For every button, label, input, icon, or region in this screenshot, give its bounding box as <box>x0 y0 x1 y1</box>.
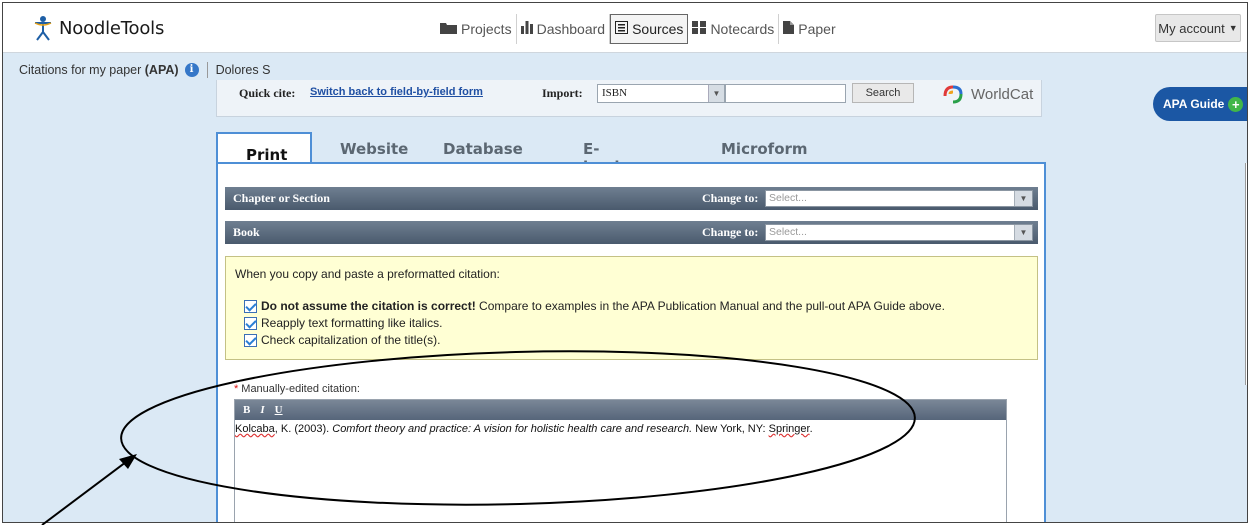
tab-microform[interactable]: Microform <box>721 132 808 164</box>
import-label: Import: <box>542 86 583 100</box>
info-icon[interactable]: i <box>184 63 199 77</box>
top-navigation: NoodleTools Projects Dashboard Sources N… <box>3 3 1247 53</box>
side-panel-edge <box>1245 163 1247 385</box>
change-to-label: Change to: <box>702 191 759 205</box>
notice-item-rest: Reapply text formatting like italics. <box>261 316 443 330</box>
manual-citation-label: * Manually-edited citation: <box>234 383 360 395</box>
chevron-down-icon: ▼ <box>1014 191 1032 206</box>
book-change-select[interactable]: Select... ▼ <box>765 224 1033 241</box>
checkbox-checked-icon <box>244 316 257 330</box>
grid-icon <box>692 21 707 37</box>
main-nav: Projects Dashboard Sources Notecards Pap… <box>436 14 840 44</box>
chevron-down-icon: ▼ <box>1014 225 1032 240</box>
apa-guide-label: APA Guide <box>1163 97 1225 111</box>
worldcat-logo[interactable]: WorldCat <box>942 84 1033 104</box>
search-button[interactable]: Search <box>852 83 914 103</box>
nav-notecards-label: Notecards <box>710 21 775 37</box>
underline-button[interactable]: U <box>275 404 283 416</box>
nav-paper[interactable]: Paper <box>779 14 839 44</box>
chapter-select-placeholder: Select... <box>769 192 807 204</box>
divider <box>206 62 208 78</box>
notice-item: Reapply text formatting like italics. <box>244 316 442 330</box>
apa-guide-button[interactable]: APA Guide + <box>1153 87 1247 121</box>
my-account-button[interactable]: My account ▼ <box>1155 14 1241 42</box>
project-title-text: Citations for my paper <box>19 63 142 77</box>
nav-projects[interactable]: Projects <box>436 14 517 44</box>
tab-website-label: Website <box>340 140 409 158</box>
book-select-placeholder: Select... <box>769 226 807 238</box>
citation-style: (APA) <box>144 63 179 77</box>
italic-button[interactable]: I <box>260 404 264 416</box>
tab-print[interactable]: Print <box>216 132 312 166</box>
editor-toolbar: B I U <box>235 400 1006 420</box>
nav-projects-label: Projects <box>461 21 512 37</box>
noodletools-logo-icon <box>34 16 52 41</box>
section-chapter: Chapter or Section Change to: Select... … <box>225 187 1038 210</box>
user-name: Dolores S <box>215 63 271 77</box>
citation-after-author: , K. (2003). <box>274 423 333 435</box>
tab-website[interactable]: Website <box>340 132 408 164</box>
notice-item-rest: Check capitalization of the title(s). <box>261 333 441 347</box>
switch-form-link[interactable]: Switch back to field-by-field form <box>310 86 483 98</box>
citation-publisher-prefix: New York, NY: <box>692 423 769 435</box>
nav-paper-label: Paper <box>798 21 836 37</box>
citation-author: Kolcaba <box>235 423 275 435</box>
import-type-value: ISBN <box>602 87 628 99</box>
caret-down-icon: ▼ <box>1228 23 1238 33</box>
tab-database[interactable]: Database <box>443 132 523 164</box>
tab-ebook-file[interactable]: E-book File <box>583 132 624 194</box>
tab-database-label: Database <box>443 140 523 158</box>
citation-publisher: Springer <box>768 423 810 435</box>
checkbox-checked-icon <box>244 333 257 347</box>
logo[interactable]: NoodleTools <box>33 13 164 43</box>
import-search-input[interactable] <box>725 84 846 103</box>
change-to-label: Change to: <box>702 225 759 239</box>
notice-heading: When you copy and paste a preformatted c… <box>235 267 500 281</box>
section-book-label: Book <box>233 225 260 239</box>
import-type-select[interactable]: ISBN ▼ <box>597 84 725 103</box>
citation-form: Chapter or Section Change to: Select... … <box>216 162 1046 522</box>
notice-item-rest: Compare to examples in the APA Publicati… <box>475 299 945 313</box>
worldcat-icon <box>943 85 963 104</box>
folder-icon <box>440 21 457 37</box>
tab-microform-label: Microform <box>721 140 808 158</box>
nav-sources[interactable]: Sources <box>610 14 689 44</box>
section-chapter-label: Chapter or Section <box>233 191 330 205</box>
notice-item-text: Do not assume the citation is correct! C… <box>261 299 945 313</box>
nav-dashboard-label: Dashboard <box>536 21 606 37</box>
project-title[interactable]: Citations for my paper (APA) <box>3 63 179 77</box>
quick-cite-bar: Quick cite: Switch back to field-by-fiel… <box>216 80 1042 117</box>
list-icon <box>615 21 629 37</box>
nav-notecards[interactable]: Notecards <box>688 14 780 44</box>
citation-text[interactable]: Kolcaba, K. (2003). Comfort theory and p… <box>235 420 1006 435</box>
logo-text: NoodleTools <box>59 17 165 39</box>
bold-button[interactable]: B <box>243 404 250 416</box>
bar-chart-icon <box>520 21 533 37</box>
citation-end: . <box>809 423 813 435</box>
section-book: Book Change to: Select... ▼ <box>225 221 1038 244</box>
manual-citation-label-text: Manually-edited citation: <box>241 383 360 395</box>
notice-item: Do not assume the citation is correct! C… <box>244 299 945 313</box>
notice-item: Check capitalization of the title(s). <box>244 333 440 347</box>
chapter-change-select[interactable]: Select... ▼ <box>765 190 1033 207</box>
project-subheader: Citations for my paper (APA) i Dolores S <box>3 60 270 80</box>
checkbox-checked-icon <box>244 299 257 313</box>
document-icon <box>783 21 795 37</box>
manual-citation-editor[interactable]: B I U Kolcaba, K. (2003). Comfort theory… <box>234 399 1007 522</box>
chevron-down-icon: ▼ <box>708 85 724 102</box>
required-mark: * <box>234 383 239 395</box>
copy-paste-notice: When you copy and paste a preformatted c… <box>225 256 1038 360</box>
plus-icon: + <box>1228 96 1244 112</box>
worldcat-text: WorldCat <box>971 85 1034 103</box>
my-account-label: My account <box>1158 20 1225 36</box>
citation-title: Comfort theory and practice: A vision fo… <box>332 423 693 435</box>
nav-sources-label: Sources <box>632 21 684 37</box>
nav-dashboard[interactable]: Dashboard <box>517 14 611 44</box>
notice-item-bold: Do not assume the citation is correct! <box>261 299 476 313</box>
quick-cite-label: Quick cite: <box>239 86 296 100</box>
app-frame: NoodleTools Projects Dashboard Sources N… <box>2 2 1248 523</box>
